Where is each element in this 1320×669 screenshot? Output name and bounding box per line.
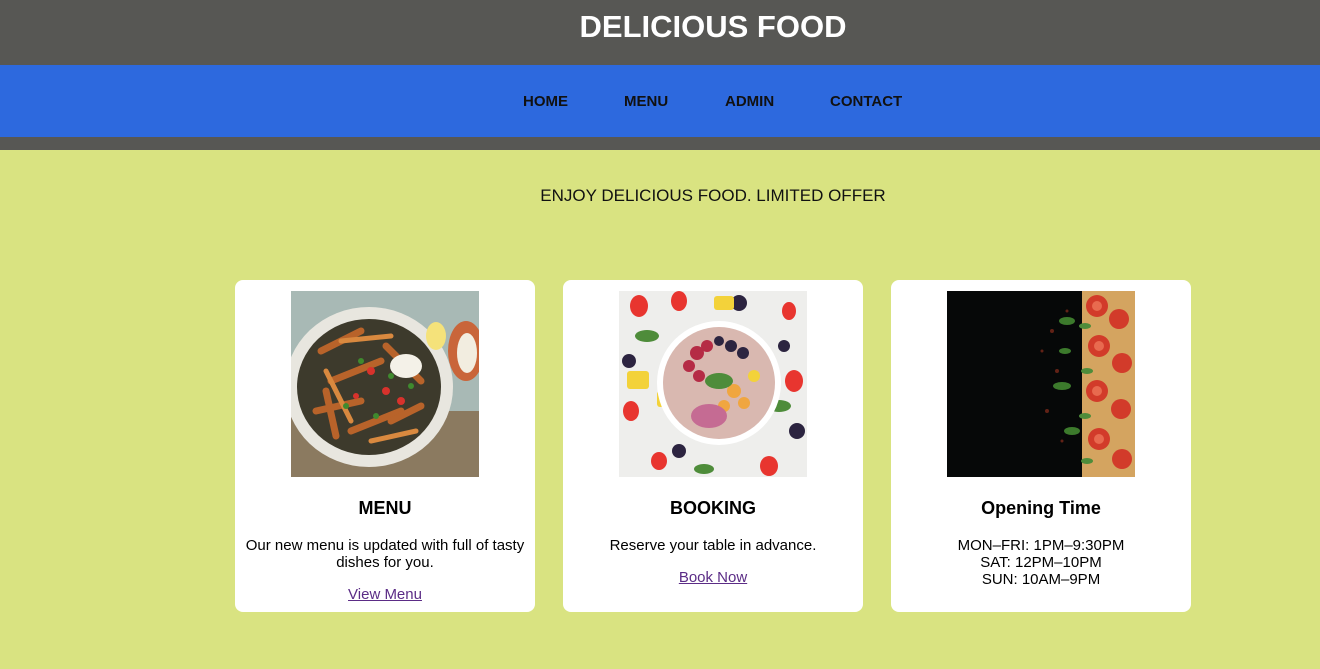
opening-hours: MON–FRI: 1PM–9:30PM SAT: 12PM–10PM SUN: …	[899, 537, 1183, 588]
nav-contact-link[interactable]: CONTACT	[830, 93, 902, 111]
site-header: DELICIOUS FOOD HOME MENU ADMIN CONTACT	[0, 0, 1320, 150]
menu-card: MENU Our new menu is updated with full o…	[235, 280, 535, 612]
opening-time-title: Opening Time	[981, 498, 1101, 518]
hours-sunday: SUN: 10AM–9PM	[981, 571, 1101, 588]
book-now-link[interactable]: Book Now	[563, 569, 863, 586]
view-menu-link[interactable]: View Menu	[235, 586, 535, 603]
booking-card-description: Reserve your table in advance.	[609, 537, 817, 554]
hours-saturday: SAT: 12PM–10PM	[980, 554, 1102, 571]
nav-home-link[interactable]: HOME	[523, 93, 568, 111]
menu-food-image	[291, 291, 479, 477]
hours-weekday: MON–FRI: 1PM–9:30PM	[957, 537, 1125, 554]
booking-card: BOOKING Reserve your table in advance. B…	[563, 280, 863, 612]
site-title: DELICIOUS FOOD	[579, 9, 847, 44]
opening-time-image	[947, 291, 1135, 477]
menu-card-description: Our new menu is updated with full of tas…	[245, 537, 525, 571]
nav-admin-link[interactable]: ADMIN	[725, 93, 774, 111]
hero-tagline: ENJOY DELICIOUS FOOD. LIMITED OFFER	[540, 186, 886, 205]
booking-card-title: BOOKING	[669, 498, 756, 518]
booking-food-image	[619, 291, 807, 477]
nav-menu-link[interactable]: MENU	[624, 93, 668, 111]
menu-card-title: MENU	[358, 498, 412, 518]
opening-time-card: Opening Time MON–FRI: 1PM–9:30PM SAT: 12…	[891, 280, 1191, 612]
main-navigation: HOME MENU ADMIN CONTACT	[0, 65, 1320, 137]
